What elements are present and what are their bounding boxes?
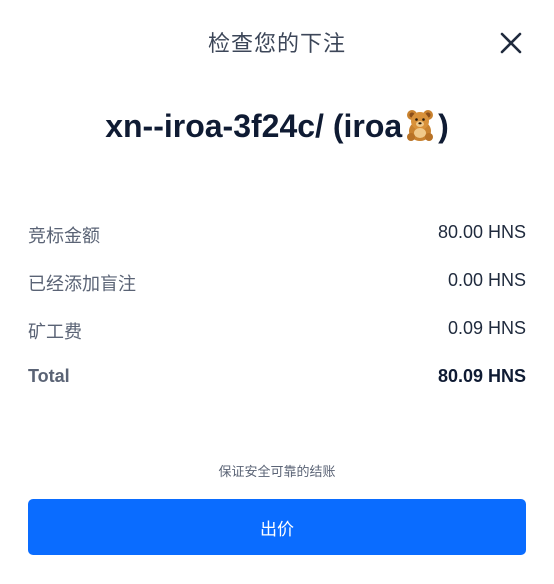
domain-name-display-suffix: )	[438, 108, 449, 144]
total-value: 80.09 HNS	[437, 366, 526, 386]
domain-name: xn--iroa-3f24c/ (iroa )	[0, 108, 554, 150]
place-bid-button[interactable]: 出价	[28, 499, 526, 555]
summary-row-value: 0.00 HNS	[447, 270, 526, 290]
summary-row-value: 80.00 HNS	[437, 222, 526, 242]
bid-summary: 竞标金额 80.00 HNS 已经添加盲注 0.00 HNS 矿工费 0.09 …	[28, 210, 526, 402]
summary-row-miner-fee: 矿工费 0.09 HNS	[28, 306, 526, 354]
dialog-title: 检查您的下注	[207, 31, 346, 56]
summary-row-total: Total 80.09 HNS	[28, 354, 526, 402]
summary-row-label: 矿工费	[28, 322, 82, 342]
secure-checkout-note: 保证安全可靠的结账	[218, 464, 336, 479]
teddy-bear-icon	[403, 108, 437, 150]
summary-row-label: 竞标金额	[28, 226, 100, 246]
summary-row-label: 已经添加盲注	[28, 274, 136, 294]
bid-review-dialog: 检查您的下注 xn--iroa-3f24c/ (iroa) 竞标金额 80.0…	[0, 0, 554, 584]
domain-name-ascii: xn--iroa-3f24c/	[105, 108, 324, 144]
summary-row-blind: 已经添加盲注 0.00 HNS	[28, 258, 526, 306]
close-icon[interactable]	[498, 30, 524, 56]
summary-row-value: 0.09 HNS	[447, 318, 526, 338]
total-label: Total	[28, 366, 70, 386]
summary-row-bid-amount: 竞标金额 80.00 HNS	[28, 210, 526, 258]
domain-name-display-prefix: (iroa	[332, 108, 403, 144]
dialog-header: 检查您的下注	[0, 0, 554, 86]
